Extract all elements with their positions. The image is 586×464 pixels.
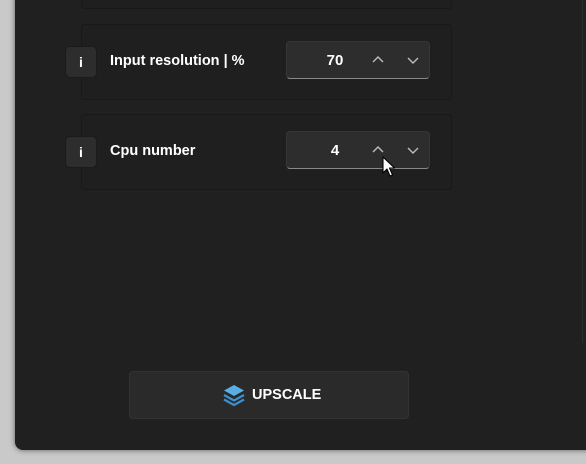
chevron-down-icon[interactable] [403,50,423,70]
upscale-button[interactable]: UPSCALE [129,371,409,419]
input-resolution-spinner[interactable]: 70 [286,41,430,79]
chevron-down-icon[interactable] [403,140,423,160]
settings-card-input-resolution: i Input resolution | % 70 [65,24,452,100]
settings-card-cpu-number: i Cpu number 4 [65,114,452,190]
layers-icon [223,385,245,407]
upscale-label: UPSCALE [252,387,322,403]
app-window: i Input resolution | % 70 i Cpu number 4 [15,0,586,450]
cpu-number-label: Cpu number [110,143,196,159]
mouse-cursor-icon [382,156,396,177]
chevron-up-icon[interactable] [368,50,388,70]
scroll-divider [582,0,583,343]
info-button-input-resolution[interactable]: i [65,46,97,78]
input-resolution-label: Input resolution | % [110,53,245,69]
settings-card-previous [81,0,452,9]
info-button-cpu-number[interactable]: i [65,136,97,168]
cpu-number-spinner[interactable]: 4 [286,131,430,169]
